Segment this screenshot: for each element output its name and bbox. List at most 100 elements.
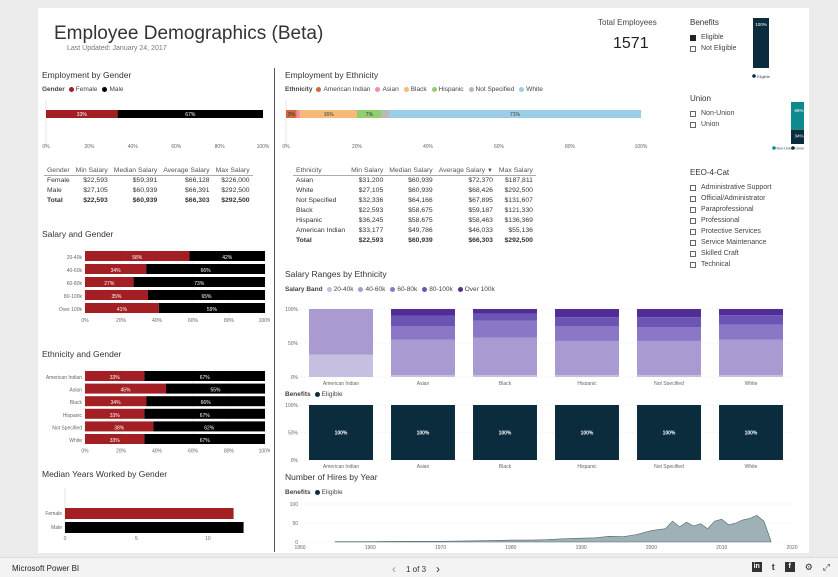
x-tick-label: 1970 xyxy=(435,545,446,551)
slicer-option-label: Administrative Support xyxy=(701,184,772,191)
table-row[interactable]: American Indian $33,177 $49,786 $46,033 $55,… xyxy=(293,226,536,236)
legend-item[interactable]: American Indian xyxy=(316,86,370,93)
legend-eligible[interactable]: Eligible xyxy=(314,391,343,398)
slicer-option-eligible[interactable]: Eligible xyxy=(690,32,736,43)
legend-item[interactable]: White xyxy=(519,86,543,93)
legend-eligible[interactable]: Eligible xyxy=(314,489,343,496)
eeo-slicer-title: EEO-4-Cat xyxy=(690,168,730,177)
fullscreen-icon[interactable]: ⤢ xyxy=(823,562,830,572)
slicer-option-non-union[interactable]: Non-Union xyxy=(690,108,734,119)
legend-item[interactable]: 60-80k xyxy=(390,286,417,293)
table-row[interactable]: Hispanic $36,245 $58,675 $58,463 $136,369 xyxy=(293,216,536,226)
col-max-salary[interactable]: Max Salary xyxy=(495,167,536,176)
slicer-option[interactable]: Administrative Support xyxy=(690,182,771,193)
col-average-salary[interactable]: Average Salary ▼ xyxy=(435,167,496,176)
benefits-by-ethnicity-chart[interactable]: 0% 50% 100% 100% American Indian 100% Asian 100… xyxy=(282,401,802,469)
table-cell: White xyxy=(296,187,314,194)
employment-by-ethnicity-chart[interactable]: 3% 16% 7% 71% 0% 20% 40% 60% 80% 100% xyxy=(282,100,654,152)
legend-label: Non-Union xyxy=(777,147,794,150)
y-tick-label: 100 xyxy=(290,502,299,508)
col-ethnicity[interactable]: Ethnicity xyxy=(293,167,349,176)
union-slicer-chart[interactable]: 66% 34% Non-Union Union xyxy=(730,94,804,150)
facebook-icon[interactable]: f xyxy=(784,562,795,572)
twitter-icon[interactable]: t xyxy=(772,562,775,572)
table-cell: American Indian xyxy=(296,227,346,234)
slicer-option-label: Union xyxy=(701,121,720,128)
col-gender[interactable]: Gender xyxy=(44,167,73,176)
category-label: Not Specified xyxy=(654,464,684,469)
checkbox-icon[interactable] xyxy=(690,110,696,117)
col-min-salary[interactable]: Min Salary xyxy=(72,167,111,176)
employment-by-gender-chart[interactable]: 33% 67% 0% 20% 40% 60% 80% 100% xyxy=(38,100,270,152)
data-label-female: 33% xyxy=(110,413,121,419)
legend-item[interactable]: 80-100k xyxy=(422,286,453,293)
legend-female[interactable]: Female xyxy=(68,86,97,93)
table-cell: $58,463 xyxy=(468,217,493,224)
checkbox-icon[interactable] xyxy=(690,261,696,268)
legend-item[interactable]: Asian xyxy=(375,86,399,93)
col-median-salary[interactable]: Median Salary xyxy=(386,167,436,176)
table-row[interactable]: Female $22,593 $59,391 $66,128 $226,000 xyxy=(44,176,253,187)
ethnicity-and-gender-chart[interactable]: American Indian 33% 67% Asian 45% 55% Black 34%… xyxy=(38,367,270,473)
legend-item[interactable]: Not Specified xyxy=(468,86,514,93)
legend-male-label: Male xyxy=(109,86,124,93)
salary-and-gender-chart[interactable]: 20-40k 58% 42% 40-60k 34% 66% 60-80k 27% 73% 80-1… xyxy=(38,246,270,340)
next-page-icon[interactable]: › xyxy=(436,562,440,576)
sort-desc-icon[interactable]: ▼ xyxy=(487,168,493,174)
col-max-salary[interactable]: Max Salary xyxy=(212,167,253,176)
data-label: 34% xyxy=(794,134,803,139)
checkbox-icon[interactable] xyxy=(690,206,696,213)
checkbox-icon[interactable] xyxy=(690,250,696,257)
slicer-option-union[interactable]: Union xyxy=(690,119,734,130)
hires-by-year-chart[interactable]: 0501001950 1960 1970 1980 1990 2000 2010 2020 xyxy=(282,498,802,552)
prev-page-icon[interactable]: ‹ xyxy=(392,562,396,576)
benefits-slicer-chart[interactable]: 100% Eligible xyxy=(746,16,776,82)
checkbox-icon[interactable] xyxy=(690,195,696,202)
table-cell: $60,939 xyxy=(408,177,433,184)
table-cell: $131,607 xyxy=(504,197,533,204)
table-row[interactable]: Asian $31,200 $60,939 $72,370 $187,811 xyxy=(293,176,536,187)
table-total-row: Total $22,593 $60,939 $66,303 $292,500 xyxy=(293,236,536,246)
table-cell: $32,336 xyxy=(358,197,384,204)
slicer-option-not-eligible[interactable]: Not Eligible xyxy=(690,43,736,54)
legend-item[interactable]: 20-40k xyxy=(326,286,353,293)
table-row[interactable]: Not Specified $32,336 $64,166 $67,895 $131,6… xyxy=(293,196,536,206)
slicer-option[interactable]: Protective Services xyxy=(690,226,771,237)
table-row[interactable]: Black $22,593 $58,675 $59,187 $121,330 xyxy=(293,206,536,216)
checkbox-checked-icon[interactable] xyxy=(690,34,696,41)
bar-segment xyxy=(555,326,619,341)
bar-segment xyxy=(391,326,455,340)
legend-item[interactable]: Over 100k xyxy=(457,286,495,293)
column-divider xyxy=(274,68,275,552)
table-row[interactable]: White $27,105 $60,939 $68,426 $292,500 xyxy=(293,186,536,196)
legend-item[interactable]: Hispanic xyxy=(431,86,464,93)
linkedin-icon[interactable]: in xyxy=(751,562,762,572)
slicer-option[interactable]: Service Maintenance xyxy=(690,237,771,248)
checkbox-icon[interactable] xyxy=(690,45,696,52)
slicer-option[interactable]: Paraprofessional xyxy=(690,204,771,215)
salary-ranges-chart[interactable]: 0% 50% 100% American Indian Asian Black Hispan… xyxy=(282,297,802,385)
settings-icon[interactable]: ⚙ xyxy=(805,562,813,572)
checkbox-icon[interactable] xyxy=(690,121,696,128)
slicer-option[interactable]: Skilled Craft xyxy=(690,248,771,259)
checkbox-icon[interactable] xyxy=(690,184,696,191)
table-row[interactable]: Male $27,105 $60,939 $66,391 $292,500 xyxy=(44,186,253,196)
checkbox-icon[interactable] xyxy=(690,228,696,235)
checkbox-icon[interactable] xyxy=(690,239,696,246)
col-median-salary[interactable]: Median Salary xyxy=(110,167,161,176)
slicer-option[interactable]: Technical xyxy=(690,259,771,270)
legend-item[interactable]: Black xyxy=(403,86,427,93)
col-average-salary[interactable]: Average Salary xyxy=(160,167,213,176)
slicer-option[interactable]: Official/Administrator xyxy=(690,193,771,204)
legend-male[interactable]: Male xyxy=(102,86,124,93)
powerbi-brand-link[interactable]: Microsoft Power BI xyxy=(12,564,79,573)
checkbox-icon[interactable] xyxy=(690,217,696,224)
total-employees-value: 1571 xyxy=(613,35,649,52)
table-cell: $292,500 xyxy=(221,187,250,194)
table-cell: $27,105 xyxy=(358,187,384,194)
legend-dot-icon xyxy=(375,87,381,92)
col-min-salary[interactable]: Min Salary xyxy=(348,167,387,176)
slicer-option[interactable]: Professional xyxy=(690,215,771,226)
median-years-chart[interactable]: Female Male0 5 10 xyxy=(38,486,270,552)
legend-item[interactable]: 40-60k xyxy=(358,286,385,293)
